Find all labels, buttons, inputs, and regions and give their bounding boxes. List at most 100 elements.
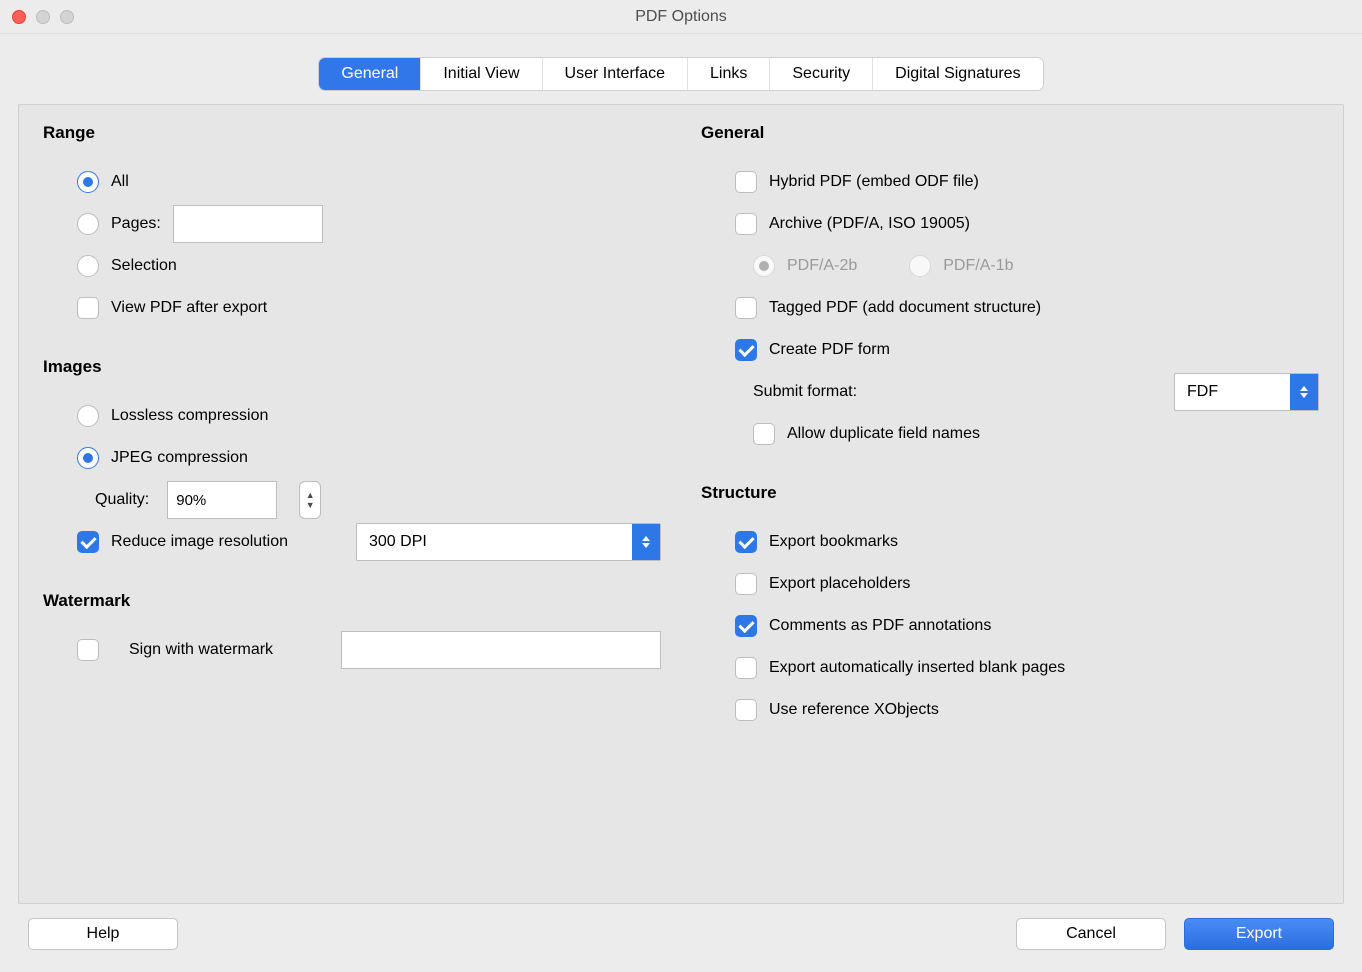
row-range-pages: Pages:: [43, 203, 661, 245]
input-quality[interactable]: [167, 481, 277, 519]
tab-row: General Initial View User Interface Link…: [18, 34, 1344, 90]
label-pdfa1b: PDF/A-1b: [943, 257, 1013, 275]
button-bar: Help Cancel Export: [28, 918, 1334, 950]
row-watermark: Sign with watermark: [43, 629, 661, 671]
row-pdfa: PDF/A-2b PDF/A-1b: [701, 245, 1319, 287]
row-blank-pages: Export automatically inserted blank page…: [701, 647, 1319, 689]
label-archive: Archive (PDF/A, ISO 19005): [769, 215, 970, 233]
radio-lossless[interactable]: [77, 405, 99, 427]
tab-security[interactable]: Security: [770, 58, 873, 90]
tab-digital-signatures[interactable]: Digital Signatures: [873, 58, 1042, 90]
label-quality: Quality:: [95, 491, 149, 509]
label-tagged: Tagged PDF (add document structure): [769, 299, 1041, 317]
row-view-after: View PDF after export: [43, 287, 661, 329]
chevron-updown-icon: [1290, 374, 1318, 410]
section-watermark: Watermark: [43, 591, 661, 611]
label-lossless: Lossless compression: [111, 407, 268, 425]
checkbox-view-after[interactable]: [77, 297, 99, 319]
row-xobjects: Use reference XObjects: [701, 689, 1319, 731]
dropdown-dpi-value: 300 DPI: [357, 533, 632, 551]
checkbox-comments[interactable]: [735, 615, 757, 637]
input-watermark[interactable]: [341, 631, 661, 669]
cancel-button[interactable]: Cancel: [1016, 918, 1166, 950]
help-button[interactable]: Help: [28, 918, 178, 950]
minimize-icon: [36, 10, 50, 24]
traffic-lights: [12, 10, 74, 24]
dropdown-submit-format[interactable]: FDF: [1174, 373, 1319, 411]
checkbox-dup-names[interactable]: [753, 423, 775, 445]
checkbox-create-form[interactable]: [735, 339, 757, 361]
radio-pdfa2b: [753, 255, 775, 277]
right-column: General Hybrid PDF (embed ODF file) Arch…: [701, 123, 1319, 879]
row-placeholders: Export placeholders: [701, 563, 1319, 605]
zoom-icon: [60, 10, 74, 24]
row-tagged: Tagged PDF (add document structure): [701, 287, 1319, 329]
label-bookmarks: Export bookmarks: [769, 533, 898, 551]
row-create-form: Create PDF form: [701, 329, 1319, 371]
chevron-updown-icon: [632, 524, 660, 560]
label-placeholders: Export placeholders: [769, 575, 910, 593]
label-range-selection: Selection: [111, 257, 177, 275]
radio-range-all[interactable]: [77, 171, 99, 193]
checkbox-blank-pages[interactable]: [735, 657, 757, 679]
row-range-all: All: [43, 161, 661, 203]
quality-stepper[interactable]: ▲ ▼: [299, 481, 321, 519]
titlebar: PDF Options: [0, 0, 1362, 34]
close-icon[interactable]: [12, 10, 26, 24]
label-pdfa2b: PDF/A-2b: [787, 257, 857, 275]
row-hybrid: Hybrid PDF (embed ODF file): [701, 161, 1319, 203]
radio-range-selection[interactable]: [77, 255, 99, 277]
checkbox-reduce-resolution[interactable]: [77, 531, 99, 553]
row-range-selection: Selection: [43, 245, 661, 287]
checkbox-bookmarks[interactable]: [735, 531, 757, 553]
section-general: General: [701, 123, 1319, 143]
left-column: Range All Pages: Selection View PDF afte…: [43, 123, 661, 879]
row-bookmarks: Export bookmarks: [701, 521, 1319, 563]
row-quality: Quality: ▲ ▼: [43, 479, 661, 521]
row-archive: Archive (PDF/A, ISO 19005): [701, 203, 1319, 245]
label-blank-pages: Export automatically inserted blank page…: [769, 659, 1065, 677]
radio-pdfa1b: [909, 255, 931, 277]
tab-initial-view[interactable]: Initial View: [421, 58, 542, 90]
checkbox-hybrid[interactable]: [735, 171, 757, 193]
dropdown-dpi[interactable]: 300 DPI: [356, 523, 661, 561]
label-comments: Comments as PDF annotations: [769, 617, 991, 635]
dropdown-submit-value: FDF: [1175, 383, 1290, 401]
label-view-after: View PDF after export: [111, 299, 267, 317]
label-hybrid: Hybrid PDF (embed ODF file): [769, 173, 979, 191]
checkbox-archive[interactable]: [735, 213, 757, 235]
section-images: Images: [43, 357, 661, 377]
tab-general[interactable]: General: [319, 58, 421, 90]
row-jpeg: JPEG compression: [43, 437, 661, 479]
checkbox-placeholders[interactable]: [735, 573, 757, 595]
checkbox-sign-watermark[interactable]: [77, 639, 99, 661]
tab-user-interface[interactable]: User Interface: [543, 58, 688, 90]
label-sign-watermark: Sign with watermark: [129, 641, 273, 659]
checkbox-tagged[interactable]: [735, 297, 757, 319]
row-reduce: Reduce image resolution 300 DPI: [43, 521, 661, 563]
label-range-pages: Pages:: [111, 215, 161, 233]
export-button[interactable]: Export: [1184, 918, 1334, 950]
label-create-form: Create PDF form: [769, 341, 890, 359]
row-dup-names: Allow duplicate field names: [701, 413, 1319, 455]
chevron-down-icon[interactable]: ▼: [306, 500, 315, 510]
label-jpeg: JPEG compression: [111, 449, 248, 467]
label-dup-names: Allow duplicate field names: [787, 425, 980, 443]
input-pages[interactable]: [173, 205, 323, 243]
label-xobjects: Use reference XObjects: [769, 701, 939, 719]
window-title: PDF Options: [0, 8, 1362, 26]
checkbox-xobjects[interactable]: [735, 699, 757, 721]
radio-range-pages[interactable]: [77, 213, 99, 235]
chevron-up-icon[interactable]: ▲: [306, 490, 315, 500]
tab-strip: General Initial View User Interface Link…: [319, 58, 1042, 90]
section-range: Range: [43, 123, 661, 143]
row-comments: Comments as PDF annotations: [701, 605, 1319, 647]
radio-jpeg[interactable]: [77, 447, 99, 469]
label-reduce: Reduce image resolution: [111, 533, 288, 551]
content-panel: Range All Pages: Selection View PDF afte…: [18, 104, 1344, 904]
label-submit-format: Submit format:: [753, 383, 857, 401]
pdf-options-window: PDF Options General Initial View User In…: [0, 0, 1362, 972]
label-range-all: All: [111, 173, 129, 191]
section-structure: Structure: [701, 483, 1319, 503]
tab-links[interactable]: Links: [688, 58, 770, 90]
